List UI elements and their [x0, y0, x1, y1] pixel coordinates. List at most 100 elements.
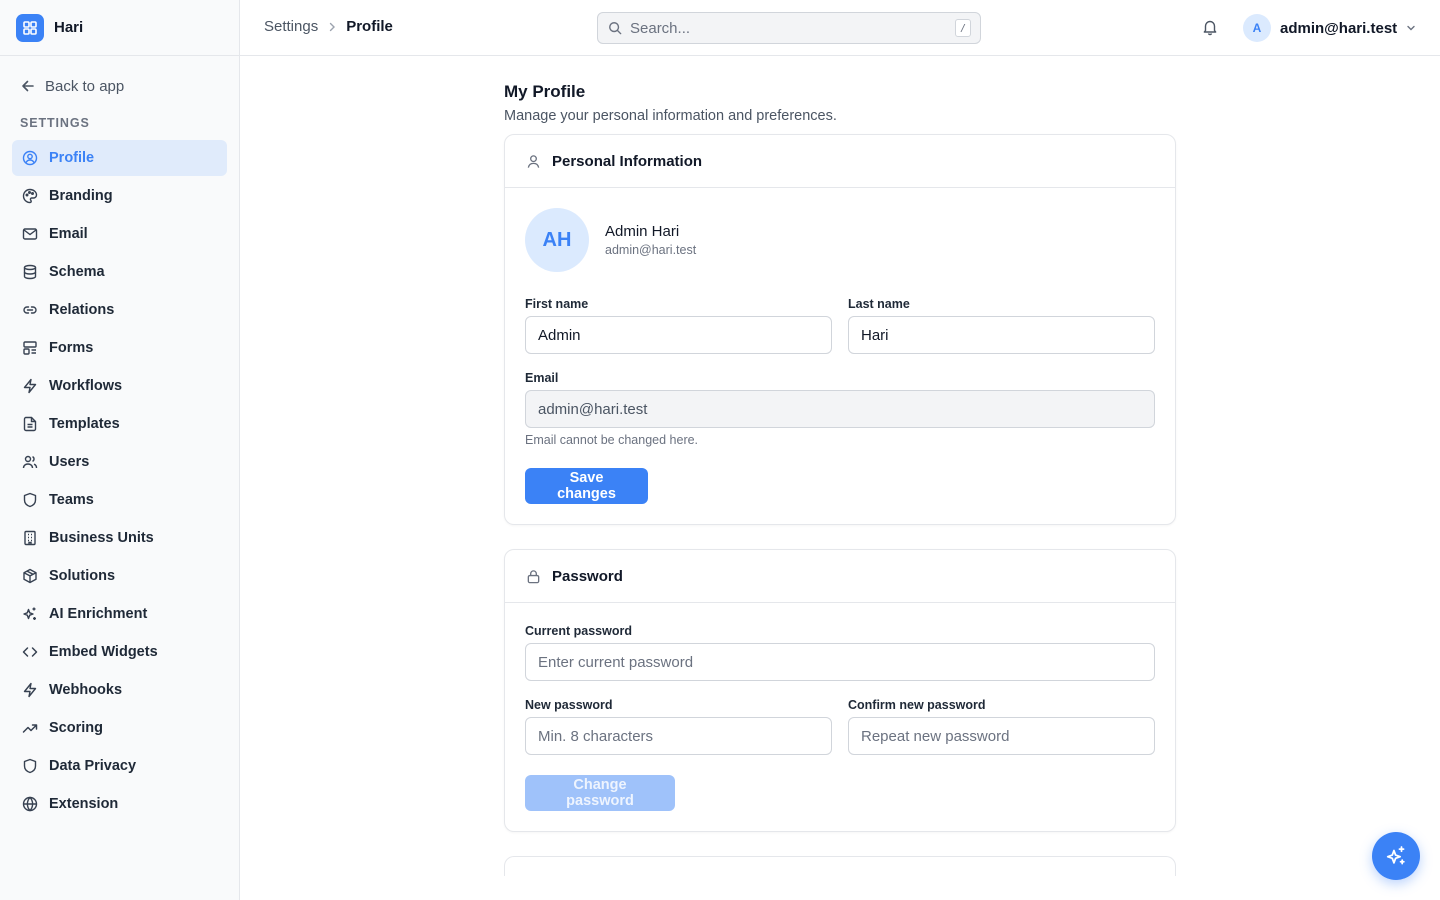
- current-password-field[interactable]: [525, 643, 1155, 681]
- profile-email: admin@hari.test: [605, 243, 697, 257]
- confirm-password-field[interactable]: [848, 717, 1155, 755]
- file-text-icon: [23, 416, 37, 432]
- sidebar-item-forms[interactable]: Forms: [12, 330, 227, 366]
- sidebar-item-label: Schema: [49, 264, 105, 280]
- link-icon: [23, 306, 37, 314]
- sidebar-item-relations[interactable]: Relations: [12, 292, 227, 328]
- settings-nav: Profile Branding Email Schema Relations …: [12, 140, 227, 824]
- save-changes-button[interactable]: Save changes: [525, 468, 648, 504]
- sidebar-item-scoring[interactable]: Scoring: [12, 710, 227, 746]
- first-name-field[interactable]: [525, 316, 832, 354]
- change-password-button[interactable]: Change password: [525, 775, 675, 811]
- sidebar-item-label: Embed Widgets: [49, 644, 158, 660]
- user-icon: [527, 154, 540, 168]
- layout-icon: [23, 341, 37, 355]
- page-subtitle: Manage your personal information and pre…: [504, 108, 837, 124]
- sidebar-item-ai-enrichment[interactable]: AI Enrichment: [12, 596, 227, 632]
- lock-icon: [527, 569, 540, 583]
- code-icon: [22, 647, 38, 657]
- shield-icon: [23, 492, 37, 508]
- mail-icon: [22, 228, 38, 240]
- page-title: My Profile: [504, 82, 586, 101]
- email-hint: Email cannot be changed here.: [525, 433, 699, 447]
- app-logo-icon: [16, 13, 44, 42]
- personal-information-card: Personal Information AH Admin Hari admin…: [504, 134, 1176, 525]
- card-header: Personal Information: [505, 135, 1175, 188]
- sidebar-item-label: Users: [49, 454, 90, 470]
- card-title: Password: [552, 567, 623, 585]
- new-password-field[interactable]: [525, 717, 832, 755]
- sidebar-item-profile[interactable]: Profile: [12, 140, 227, 176]
- new-password-label: New password: [525, 698, 613, 712]
- password-card: Password Current password New password C…: [504, 549, 1176, 832]
- shield-icon: [23, 758, 37, 774]
- sidebar-item-label: Profile: [49, 150, 95, 166]
- building-icon: [24, 530, 36, 546]
- email-label: Email: [525, 371, 559, 385]
- sidebar-item-solutions[interactable]: Solutions: [12, 558, 227, 594]
- sidebar-item-extension[interactable]: Extension: [12, 786, 227, 822]
- chevron-right-icon: [330, 22, 336, 31]
- sidebar-item-users[interactable]: Users: [12, 444, 227, 480]
- notifications-button[interactable]: [1201, 18, 1219, 36]
- sidebar-item-data-privacy[interactable]: Data Privacy: [12, 748, 227, 784]
- sidebar-item-label: Forms: [49, 340, 94, 356]
- chevron-down-icon: [1407, 25, 1415, 31]
- content-fade: [500, 876, 1180, 900]
- email-field: [525, 390, 1155, 428]
- breadcrumb-settings[interactable]: Settings: [264, 18, 318, 35]
- search-shortcut-key: /: [955, 19, 971, 37]
- avatar: AH: [525, 208, 589, 272]
- settings-section-label: SETTINGS: [20, 116, 90, 130]
- profile-name: Admin Hari: [605, 223, 680, 240]
- user-menu[interactable]: A admin@hari.test: [1243, 14, 1417, 42]
- sidebar-item-label: Email: [49, 226, 88, 242]
- sidebar-item-label: AI Enrichment: [49, 606, 148, 622]
- sidebar-item-label: Extension: [49, 796, 119, 812]
- sidebar-item-label: Webhooks: [49, 682, 123, 698]
- sidebar-item-email[interactable]: Email: [12, 216, 227, 252]
- sidebar-item-label: Data Privacy: [49, 758, 137, 774]
- package-icon: [23, 568, 37, 584]
- sidebar-item-label: Solutions: [49, 568, 116, 584]
- sidebar-item-branding[interactable]: Branding: [12, 178, 227, 214]
- sidebar-item-label: Workflows: [49, 378, 123, 394]
- palette-icon: [22, 188, 38, 204]
- sidebar-item-schema[interactable]: Schema: [12, 254, 227, 290]
- ai-assistant-button[interactable]: [1372, 832, 1420, 880]
- sidebar-item-workflows[interactable]: Workflows: [12, 368, 227, 404]
- sparkles-icon: [1386, 846, 1405, 865]
- sidebar-item-label: Business Units: [49, 530, 154, 546]
- zap-icon: [23, 378, 37, 394]
- breadcrumb: Settings Profile: [264, 18, 393, 35]
- sidebar-item-label: Branding: [49, 188, 113, 204]
- search-icon: [609, 22, 622, 35]
- card-title: Personal Information: [552, 152, 703, 170]
- card-header: Password: [505, 550, 1175, 603]
- users-icon: [22, 455, 38, 469]
- current-password-label: Current password: [525, 624, 632, 638]
- last-name-label: Last name: [848, 297, 910, 311]
- sidebar-item-business-units[interactable]: Business Units: [12, 520, 227, 556]
- top-bar: Settings Profile / A admin@hari.test: [240, 0, 1440, 56]
- sidebar-item-teams[interactable]: Teams: [12, 482, 227, 518]
- sparkles-icon: [23, 607, 36, 620]
- first-name-label: First name: [525, 297, 589, 311]
- user-email: admin@hari.test: [1280, 19, 1398, 37]
- sidebar-item-label: Relations: [49, 302, 115, 318]
- back-to-app-label: Back to app: [45, 77, 125, 95]
- sidebar-item-templates[interactable]: Templates: [12, 406, 227, 442]
- user-circle-icon: [22, 150, 38, 166]
- brand: Hari: [0, 0, 239, 56]
- arrow-left-icon: [22, 80, 34, 92]
- sidebar-item-embed-widgets[interactable]: Embed Widgets: [12, 634, 227, 670]
- back-to-app-link[interactable]: Back to app: [20, 76, 124, 96]
- sidebar-item-webhooks[interactable]: Webhooks: [12, 672, 227, 708]
- breadcrumb-profile: Profile: [346, 18, 393, 35]
- search-box[interactable]: /: [597, 12, 981, 44]
- confirm-password-label: Confirm new password: [848, 698, 986, 712]
- search-input[interactable]: [630, 19, 930, 37]
- last-name-field[interactable]: [848, 316, 1155, 354]
- app-name: Hari: [54, 19, 84, 36]
- globe-icon: [22, 796, 38, 812]
